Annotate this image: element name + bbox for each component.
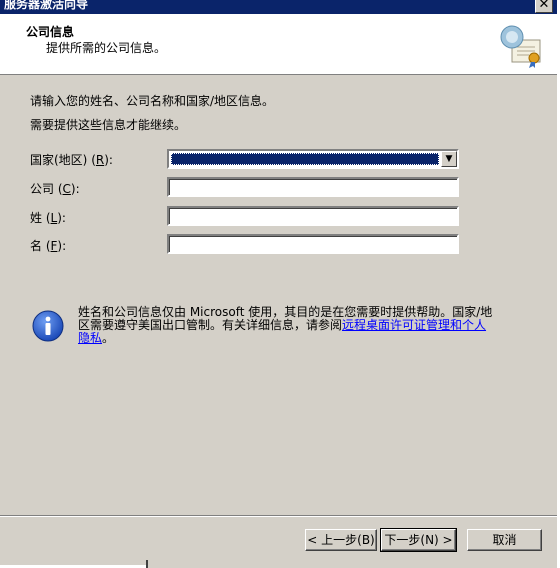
intro-text-2: 需要提供这些信息才能继续。 <box>30 118 187 132</box>
wizard-header: 公司信息 提供所需的公司信息。 <box>0 14 558 75</box>
close-button[interactable]: ✕ <box>535 0 553 13</box>
intro-text-1: 请输入您的姓名、公司名称和国家/地区信息。 <box>30 94 275 108</box>
info-icon <box>32 310 64 342</box>
page-subtitle: 提供所需的公司信息。 <box>46 41 167 55</box>
firstname-field[interactable] <box>167 234 459 254</box>
page-title: 公司信息 <box>26 25 75 39</box>
title-bar: 服务器激活向导 ✕ <box>0 0 560 14</box>
company-label: 公司 (C): <box>30 182 80 196</box>
certificate-icon <box>500 25 541 68</box>
country-selected-value <box>171 153 439 165</box>
separator-highlight <box>0 516 557 517</box>
next-button[interactable]: 下一步(N) > <box>380 528 457 552</box>
window-title: 服务器激活向导 <box>4 0 89 11</box>
country-select[interactable]: ▼ <box>167 149 459 169</box>
cancel-button[interactable]: 取消 <box>467 529 542 551</box>
firstname-label: 名 (F): <box>30 239 67 253</box>
back-button[interactable]: < 上一步(B) <box>305 529 377 551</box>
lastname-field[interactable] <box>167 206 459 226</box>
lastname-label: 姓 (L): <box>30 211 66 225</box>
country-label: 国家(地区) (R): <box>30 153 113 167</box>
close-icon: ✕ <box>538 0 550 12</box>
company-field[interactable] <box>167 177 459 197</box>
taskbar-divider <box>146 560 148 568</box>
chevron-down-icon[interactable]: ▼ <box>441 151 457 167</box>
privacy-notice: 姓名和公司信息仅由 Microsoft 使用，其目的是在您需要时提供帮助。国家/… <box>78 305 493 345</box>
